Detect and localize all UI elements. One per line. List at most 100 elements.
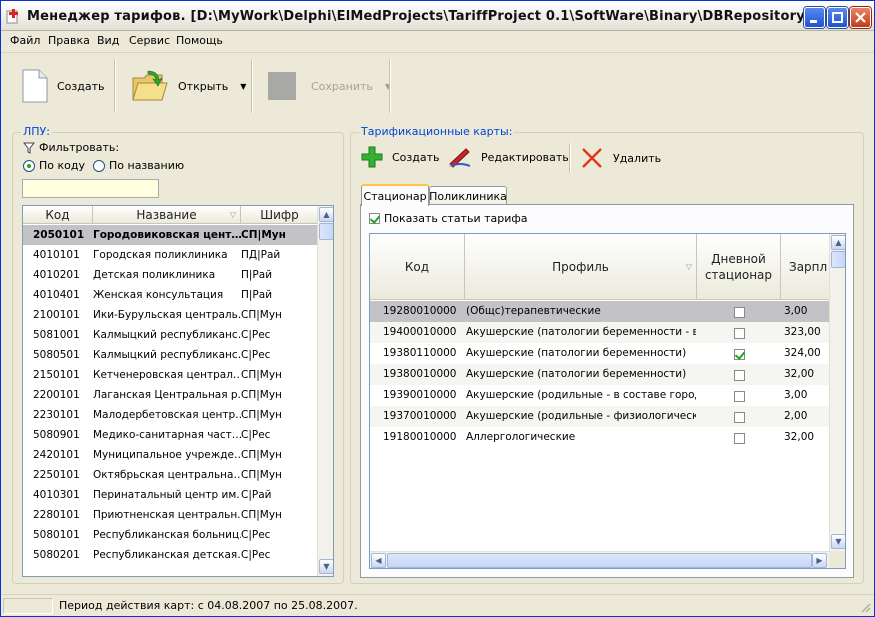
lpu-cell-cipher: СП|Мун (241, 449, 282, 461)
lpu-row[interactable]: 2250101 Октябрьская центральна… СП|Мун (23, 465, 317, 485)
card-cell-day[interactable] (734, 386, 748, 406)
tab-stationary[interactable]: Стационар (361, 184, 429, 206)
save-disk-icon (268, 72, 296, 100)
create-button[interactable]: Создать (21, 63, 105, 109)
card-cell-day[interactable] (734, 407, 748, 427)
cards-grid[interactable]: Код Профиль ▽ Дневной стационар Зарпл 19… (369, 233, 846, 569)
cards-col-code[interactable]: Код (370, 234, 465, 300)
lpu-row[interactable]: 4010301 Перинатальный центр им… С|Рай (23, 485, 317, 505)
lpu-cell-name: Приютненская центральн… (93, 509, 241, 521)
open-folder-icon (132, 70, 168, 101)
scroll-down-icon[interactable]: ▼ (831, 534, 845, 549)
checkbox-unchecked-icon (734, 369, 745, 381)
scroll-left-icon[interactable]: ◀ (371, 553, 386, 568)
lpu-grid[interactable]: Код Название ▽ Шифр 2050101 Городовиковск… (22, 205, 334, 577)
card-row[interactable]: 19280010000 (Общс)терапевтические 3,00 (370, 301, 829, 322)
pencil-icon (449, 148, 471, 168)
card-cell-day[interactable] (734, 365, 748, 385)
cards-hscrollbar[interactable]: ◀ ▶ (370, 551, 829, 568)
delete-x-icon (582, 148, 602, 168)
open-button[interactable]: Открыть ▼ (132, 63, 246, 109)
hscroll-thumb[interactable] (387, 553, 812, 568)
lpu-row[interactable]: 2200101 Лаганская Центральная р… СП|Мун (23, 385, 317, 405)
card-cell-day[interactable] (734, 302, 748, 322)
menu-help[interactable]: Помощь (176, 34, 223, 47)
lpu-cell-name: Медико-санитарная част… (93, 429, 241, 441)
lpu-row[interactable]: 5080901 Медико-санитарная част… С|Рес (23, 425, 317, 445)
lpu-vscrollbar[interactable]: ▲ ▼ (317, 206, 333, 576)
menu-view[interactable]: Вид (97, 34, 119, 47)
card-row[interactable]: 19370010000 Акушерские (родильные - физио… (370, 406, 829, 427)
filter-by-code-radio[interactable]: По коду (23, 159, 85, 172)
card-row[interactable]: 19400010000 Акушерские (патологии беремен… (370, 322, 829, 343)
lpu-row[interactable]: 2050101 Городовиковская цент… СП|Мун (23, 225, 317, 245)
card-create-label: Создать (392, 150, 440, 164)
maximize-button[interactable] (827, 7, 848, 28)
lpu-col-name[interactable]: Название ▽ (93, 206, 241, 224)
checkbox-checked-icon (369, 213, 380, 224)
scroll-thumb[interactable] (831, 251, 845, 268)
lpu-cell-name: Кетченеровская централ… (93, 369, 241, 381)
lpu-row[interactable]: 5080201 Республиканская детская… С|Рес (23, 545, 317, 565)
cards-col-salary[interactable]: Зарпл (781, 234, 831, 300)
lpu-row[interactable]: 5080101 Республиканская больниц… С|Рес (23, 525, 317, 545)
lpu-row[interactable]: 4010101 Городская поликлиника ПД|Рай (23, 245, 317, 265)
card-row[interactable]: 19390010000 Акушерские (родильные - в сос… (370, 385, 829, 406)
lpu-col-code[interactable]: Код (23, 206, 93, 224)
minimize-button[interactable] (804, 7, 825, 28)
card-cell-day[interactable] (734, 323, 748, 343)
checkbox-unchecked-icon (734, 411, 745, 423)
lpu-cell-code: 2250101 (33, 469, 80, 481)
lpu-cell-cipher: СП|Мун (241, 469, 282, 481)
save-label: Сохранить (311, 79, 373, 93)
lpu-row[interactable]: 4010201 Детская поликлиника П|Рай (23, 265, 317, 285)
menu-edit[interactable]: Правка (48, 34, 90, 47)
scroll-thumb[interactable] (319, 223, 333, 240)
lpu-row[interactable]: 2230101 Малодербетовская центр… СП|Мун (23, 405, 317, 425)
card-delete-button[interactable]: Удалить (581, 147, 661, 169)
lpu-col-name-label: Название (136, 207, 197, 222)
card-edit-button[interactable]: Редактировать (448, 146, 569, 168)
show-items-checkbox[interactable]: Показать статьи тарифа (369, 212, 528, 225)
scroll-down-icon[interactable]: ▼ (319, 559, 333, 574)
lpu-cell-name: Детская поликлиника (93, 269, 216, 281)
lpu-row[interactable]: 2280101 Приютненская центральн… СП|Мун (23, 505, 317, 525)
scroll-up-icon[interactable]: ▲ (831, 235, 845, 250)
lpu-cell-cipher: С|Рес (241, 329, 271, 341)
card-create-button[interactable]: Создать (361, 146, 440, 168)
close-button[interactable] (850, 7, 871, 28)
title-bar[interactable]: Менеджер тарифов. [D:\MyWork\Delphi\ElMe… (1, 1, 874, 31)
card-row[interactable]: 19380010000 Акушерские (патологии беремен… (370, 364, 829, 385)
cards-col-day[interactable]: Дневной стационар (697, 234, 781, 300)
tab-polyclinic[interactable]: Поликлиника (429, 186, 507, 206)
card-row[interactable]: 19180010000 Аллергологические 32,00 (370, 427, 829, 448)
card-edit-label: Редактировать (481, 150, 569, 164)
scroll-up-icon[interactable]: ▲ (319, 207, 333, 222)
filter-input[interactable] (22, 179, 159, 198)
lpu-row[interactable]: 2150101 Кетченеровская централ… СП|Мун (23, 365, 317, 385)
lpu-cell-name: Калмыцкий республиканс… (93, 349, 241, 361)
card-row[interactable]: 19380110000 Акушерские (патологии беремен… (370, 343, 829, 364)
card-cell-salary: 3,00 (784, 305, 808, 317)
create-label: Создать (57, 79, 105, 93)
card-cell-day[interactable] (734, 428, 748, 448)
open-dropdown-arrow-icon[interactable]: ▼ (240, 82, 246, 91)
card-cell-day[interactable] (734, 344, 748, 364)
lpu-row[interactable]: 2100101 Ики-Бурульская централь… СП|Мун (23, 305, 317, 325)
filter-by-name-radio[interactable]: По названию (93, 159, 184, 172)
scroll-right-icon[interactable]: ▶ (812, 553, 827, 568)
menu-service[interactable]: Сервис (129, 34, 170, 47)
lpu-col-cipher[interactable]: Шифр (241, 206, 319, 224)
cards-col-profile[interactable]: Профиль ▽ (465, 234, 697, 300)
save-button[interactable]: Сохранить ▼ (268, 63, 391, 109)
menu-file[interactable]: Файл (10, 34, 40, 47)
lpu-row[interactable]: 2420101 Муниципальное учрежде… СП|Мун (23, 445, 317, 465)
lpu-cell-name: Муниципальное учрежде… (93, 449, 241, 461)
status-text: Период действия карт: с 04.08.2007 по 25… (59, 599, 358, 612)
resize-grip-icon[interactable] (859, 601, 871, 613)
lpu-row[interactable]: 5080501 Калмыцкий республиканс… С|Рес (23, 345, 317, 365)
lpu-row[interactable]: 5081001 Калмыцкий республиканс… С|Рес (23, 325, 317, 345)
cards-vscrollbar[interactable]: ▲ ▼ (829, 234, 845, 551)
lpu-cell-name: Женская консультация (93, 289, 224, 301)
lpu-row[interactable]: 4010401 Женская консультация П|Рай (23, 285, 317, 305)
